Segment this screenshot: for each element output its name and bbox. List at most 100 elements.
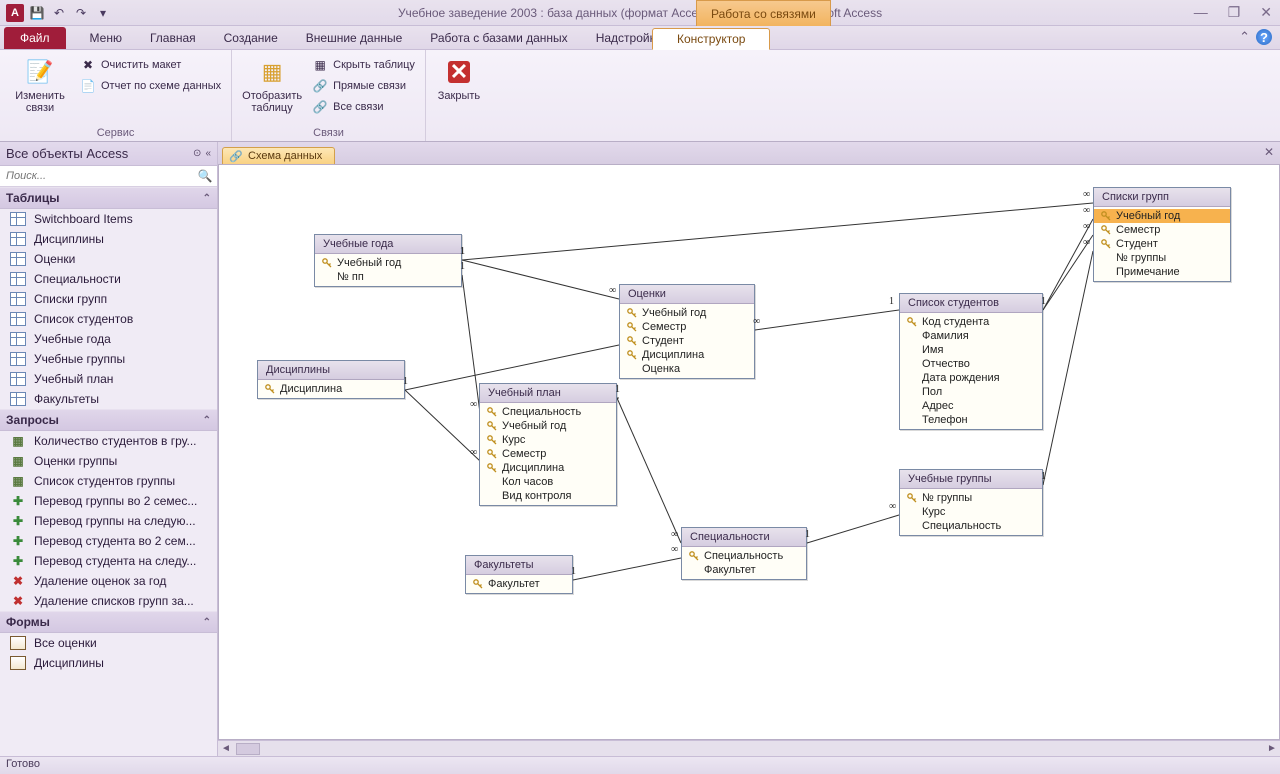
nav-item[interactable]: ✚Перевод группы на следую... xyxy=(0,511,217,531)
nav-item[interactable]: Списки групп xyxy=(0,289,217,309)
diagram-field[interactable]: Примечание xyxy=(1094,265,1230,279)
diagram-field[interactable]: № группы xyxy=(900,491,1042,505)
diagram-field[interactable]: Семестр xyxy=(620,320,754,334)
diagram-field[interactable]: Курс xyxy=(480,433,616,447)
minimize-icon[interactable]: ― xyxy=(1194,4,1208,21)
diagram-field[interactable]: Пол xyxy=(900,385,1042,399)
diagram-table-t_spec[interactable]: СпециальностиСпециальностьФакультет xyxy=(681,527,807,580)
nav-item[interactable]: ✖Удаление оценок за год xyxy=(0,571,217,591)
nav-list[interactable]: Таблицы⌃ Switchboard Items Дисциплины Оцен… xyxy=(0,187,217,756)
nav-group-tables[interactable]: Таблицы⌃ xyxy=(0,187,217,209)
save-icon[interactable]: 💾 xyxy=(28,4,46,22)
diagram-field[interactable]: Кол часов xyxy=(480,475,616,489)
diagram-field[interactable]: Специальность xyxy=(682,549,806,563)
nav-item[interactable]: Учебные года xyxy=(0,329,217,349)
diagram-field[interactable]: Учебный год xyxy=(1094,209,1230,223)
nav-search[interactable]: 🔍 xyxy=(0,166,217,187)
diagram-field[interactable]: № группы xyxy=(1094,251,1230,265)
diagram-table-header[interactable]: Список студентов xyxy=(900,294,1042,313)
diagram-field[interactable]: Оценка xyxy=(620,362,754,376)
qat-more-icon[interactable]: ▾ xyxy=(94,4,112,22)
diagram-field[interactable]: Телефон xyxy=(900,413,1042,427)
nav-item[interactable]: Switchboard Items xyxy=(0,209,217,229)
tab-menu[interactable]: Меню xyxy=(76,27,136,49)
diagram-field[interactable]: Учебный год xyxy=(315,256,461,270)
diagram-field[interactable]: Фамилия xyxy=(900,329,1042,343)
tab-home[interactable]: Главная xyxy=(136,27,210,49)
diagram-field[interactable]: Учебный год xyxy=(480,419,616,433)
redo-icon[interactable]: ↷ xyxy=(72,4,90,22)
diagram-field[interactable]: Вид контроля xyxy=(480,489,616,503)
nav-item[interactable]: Учебные группы xyxy=(0,349,217,369)
nav-item[interactable]: Оценки xyxy=(0,249,217,269)
document-tab-close-icon[interactable]: ✕ xyxy=(1262,145,1276,159)
diagram-field[interactable]: Студент xyxy=(620,334,754,348)
diagram-field[interactable]: Факультет xyxy=(466,577,572,591)
diagram-field[interactable]: Дисциплина xyxy=(620,348,754,362)
nav-search-input[interactable] xyxy=(4,168,197,184)
help-icon[interactable]: ? xyxy=(1256,29,1272,45)
diagram-table-header[interactable]: Учебные группы xyxy=(900,470,1042,489)
close-icon[interactable]: ✕ xyxy=(1260,4,1272,21)
diagram-table-t_years[interactable]: Учебные годаУчебный год№ пп xyxy=(314,234,462,287)
diagram-table-t_disc[interactable]: Дисциплины Дисциплина xyxy=(257,360,405,399)
diagram-field[interactable]: Имя xyxy=(900,343,1042,357)
nav-item[interactable]: ▦Список студентов группы xyxy=(0,471,217,491)
all-relations-button[interactable]: 🔗Все связи xyxy=(310,98,417,116)
diagram-table-header[interactable]: Учебные года xyxy=(315,235,461,254)
nav-group-queries[interactable]: Запросы⌃ xyxy=(0,409,217,431)
diagram-table-header[interactable]: Учебный план xyxy=(480,384,616,403)
diagram-field[interactable]: Специальность xyxy=(480,405,616,419)
diagram-table-t_fac[interactable]: ФакультетыФакультет xyxy=(465,555,573,594)
diagram-table-t_stud[interactable]: Список студентовКод студентаФамилияИмяОт… xyxy=(899,293,1043,430)
diagram-field[interactable]: Адрес xyxy=(900,399,1042,413)
nav-dropdown-icon[interactable]: ⊙ xyxy=(193,148,201,159)
relation-report-button[interactable]: 📄Отчет по схеме данных xyxy=(78,77,223,95)
nav-header[interactable]: Все объекты Access ⊙ « xyxy=(0,142,217,166)
diagram-table-header[interactable]: Дисциплины xyxy=(258,361,404,380)
diagram-field[interactable]: Семестр xyxy=(480,447,616,461)
tab-external-data[interactable]: Внешние данные xyxy=(292,27,417,49)
nav-group-forms[interactable]: Формы⌃ xyxy=(0,611,217,633)
tab-database-tools[interactable]: Работа с базами данных xyxy=(416,27,581,49)
nav-item[interactable]: Все оценки xyxy=(0,633,217,653)
ribbon-minimize-icon[interactable]: ⌃ xyxy=(1239,29,1250,45)
diagram-table-header[interactable]: Оценки xyxy=(620,285,754,304)
direct-relations-button[interactable]: 🔗Прямые связи xyxy=(310,77,417,95)
nav-item[interactable]: Список студентов xyxy=(0,309,217,329)
diagram-field[interactable]: Дисциплина xyxy=(480,461,616,475)
nav-item[interactable]: ✖Удаление списков групп за... xyxy=(0,591,217,611)
diagram-table-t_plan[interactable]: Учебный план СпециальностьУчебный годКурс… xyxy=(479,383,617,506)
diagram-field[interactable]: Курс xyxy=(900,505,1042,519)
tab-file[interactable]: Файл xyxy=(4,27,66,49)
diagram-field[interactable]: Специальность xyxy=(900,519,1042,533)
nav-item[interactable]: Учебный план xyxy=(0,369,217,389)
diagram-table-t_lists[interactable]: Списки группУчебный годСеместрСтудент№ г… xyxy=(1093,187,1231,282)
diagram-field[interactable]: Учебный год xyxy=(620,306,754,320)
nav-item[interactable]: ✚Перевод группы во 2 семес... xyxy=(0,491,217,511)
diagram-field[interactable]: Дисциплина xyxy=(258,382,404,396)
diagram-field[interactable]: Студент xyxy=(1094,237,1230,251)
tab-create[interactable]: Создание xyxy=(210,27,292,49)
diagram-table-header[interactable]: Списки групп xyxy=(1094,188,1230,207)
nav-item[interactable]: ✚Перевод студента во 2 сем... xyxy=(0,531,217,551)
scroll-left-icon[interactable]: ◄ xyxy=(218,743,234,754)
scroll-right-icon[interactable]: ► xyxy=(1264,743,1280,754)
nav-item[interactable]: Дисциплины xyxy=(0,653,217,673)
edit-relations-button[interactable]: 📝 Изменить связи xyxy=(8,54,72,114)
search-icon[interactable]: 🔍 xyxy=(197,169,213,183)
diagram-table-t_grades[interactable]: Оценки Учебный годСеместрСтудентДисциплин… xyxy=(619,284,755,379)
scroll-thumb[interactable] xyxy=(236,743,260,755)
nav-collapse-icon[interactable]: « xyxy=(205,148,211,159)
nav-item[interactable]: Специальности xyxy=(0,269,217,289)
nav-item[interactable]: Факультеты xyxy=(0,389,217,409)
hide-table-button[interactable]: ▦Скрыть таблицу xyxy=(310,56,417,74)
diagram-field[interactable]: Факультет xyxy=(682,563,806,577)
horizontal-scrollbar[interactable]: ◄ ► xyxy=(218,740,1280,756)
diagram-field[interactable]: Дата рождения xyxy=(900,371,1042,385)
undo-icon[interactable]: ↶ xyxy=(50,4,68,22)
restore-icon[interactable]: ❐ xyxy=(1228,4,1241,21)
nav-item[interactable]: ✚Перевод студента на следу... xyxy=(0,551,217,571)
nav-item[interactable]: ▦Количество студентов в гру... xyxy=(0,431,217,451)
diagram-table-t_groups[interactable]: Учебные группы № группыКурсСпециальность xyxy=(899,469,1043,536)
